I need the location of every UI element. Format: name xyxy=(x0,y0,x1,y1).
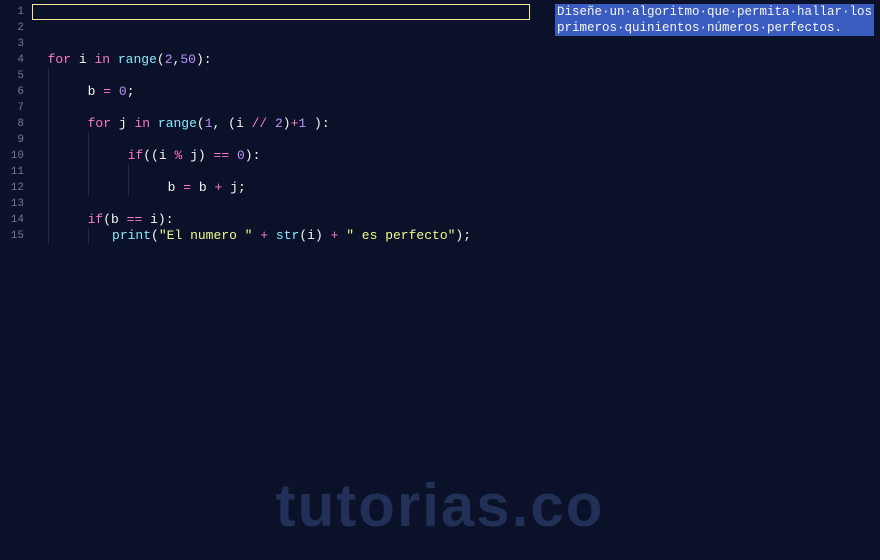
code-line-12[interactable]: b = b + j; xyxy=(32,180,880,196)
line-number: 14 xyxy=(0,212,24,228)
semicolon: ; xyxy=(127,84,135,99)
code-content[interactable]: Diseñe·un·algoritmo·que·permita·hallar·l… xyxy=(32,0,880,560)
line-number: 7 xyxy=(0,100,24,116)
code-line-10[interactable]: if((i % j) == 0): xyxy=(32,148,880,164)
keyword-for: for xyxy=(88,116,111,131)
var-i: i xyxy=(150,212,158,227)
code-line-2[interactable] xyxy=(32,20,880,36)
line-number: 15 xyxy=(0,228,24,244)
line-number: 6 xyxy=(0,84,24,100)
line-number: 12 xyxy=(0,180,24,196)
semicolon: ; xyxy=(463,228,471,243)
op-eq: == xyxy=(214,148,230,163)
close-paren: ): xyxy=(158,212,174,227)
keyword-in: in xyxy=(134,116,150,131)
code-line-14[interactable]: if(b == i): xyxy=(32,212,880,228)
code-line-6[interactable]: b = 0; xyxy=(32,84,880,100)
line-number: 13 xyxy=(0,196,24,212)
line-number: 9 xyxy=(0,132,24,148)
keyword-for: for xyxy=(48,52,71,67)
number: 50 xyxy=(180,52,196,67)
line-number: 3 xyxy=(0,36,24,52)
var-b: b xyxy=(199,180,207,195)
var-j: j xyxy=(190,148,198,163)
code-line-13[interactable] xyxy=(32,196,880,212)
semicolon: ; xyxy=(238,180,246,195)
op-assign: = xyxy=(183,180,191,195)
builtin-range: range xyxy=(158,116,197,131)
line-number: 4 xyxy=(0,52,24,68)
line-number: 8 xyxy=(0,116,24,132)
keyword-if: if xyxy=(88,212,104,227)
var-i: i xyxy=(79,52,87,67)
code-line-4[interactable]: for i in range(2,50): xyxy=(32,52,880,68)
number: 2 xyxy=(165,52,173,67)
line-number-gutter: 1 2 3 4 5 6 7 8 9 10 11 12 13 14 15 xyxy=(0,0,32,560)
code-line-5[interactable] xyxy=(32,68,880,84)
string-literal: "El numero " xyxy=(159,228,253,243)
var-i: i xyxy=(236,116,244,131)
number: 0 xyxy=(237,148,245,163)
op-plus: + xyxy=(260,228,268,243)
builtin-print: print xyxy=(112,228,151,243)
code-line-11[interactable] xyxy=(32,164,880,180)
op-eq: == xyxy=(127,212,143,227)
string-literal: " es perfecto" xyxy=(346,228,455,243)
line-number: 1 xyxy=(0,4,24,20)
keyword-in: in xyxy=(94,52,110,67)
line-number: 10 xyxy=(0,148,24,164)
op-assign: = xyxy=(103,84,111,99)
code-line-3[interactable] xyxy=(32,36,880,52)
number: 2 xyxy=(275,116,283,131)
var-b: b xyxy=(111,212,119,227)
close-paren: ): xyxy=(245,148,261,163)
code-line-9[interactable] xyxy=(32,132,880,148)
var-i: i xyxy=(159,148,167,163)
code-line-7[interactable] xyxy=(32,100,880,116)
line-number: 2 xyxy=(0,20,24,36)
code-line-15[interactable]: print("El numero " + str(i) + " es perfe… xyxy=(32,228,880,244)
line-number: 5 xyxy=(0,68,24,84)
builtin-range: range xyxy=(118,52,157,67)
code-line-1[interactable] xyxy=(32,4,880,20)
line-number: 11 xyxy=(0,164,24,180)
var-j: j xyxy=(230,180,238,195)
var-j: j xyxy=(119,116,127,131)
keyword-if: if xyxy=(128,148,144,163)
op-floordiv: // xyxy=(252,116,268,131)
code-line-8[interactable]: for j in range(1, (i // 2)+1 ): xyxy=(32,116,880,132)
number: 0 xyxy=(119,84,127,99)
close-paren: ): xyxy=(314,116,330,131)
builtin-str: str xyxy=(276,228,299,243)
number: 1 xyxy=(205,116,213,131)
var-i: i xyxy=(307,228,315,243)
code-editor[interactable]: 1 2 3 4 5 6 7 8 9 10 11 12 13 14 15 Dise… xyxy=(0,0,880,560)
